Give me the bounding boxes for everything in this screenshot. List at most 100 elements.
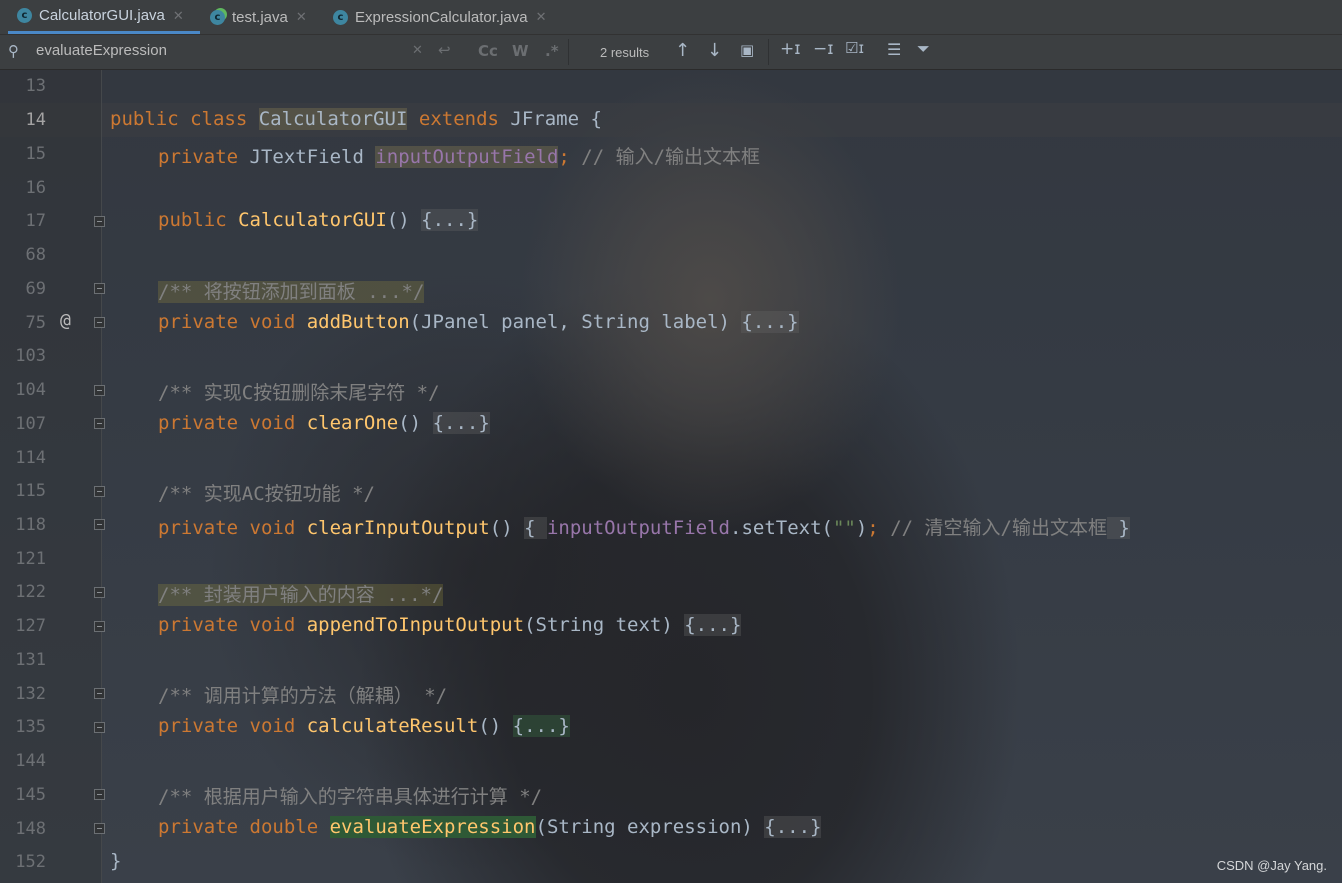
code-text: () — [398, 412, 433, 434]
tab-expressioncalculator[interactable]: c ExpressionCalculator.java ✕ — [333, 0, 547, 34]
line-number: 107 — [15, 414, 46, 434]
semicolon: ; — [558, 146, 570, 168]
line-number: 103 — [15, 346, 46, 366]
folded-open[interactable]: { — [524, 517, 547, 539]
line-number: 144 — [15, 751, 46, 771]
keyword: private void — [158, 614, 307, 636]
tab-label: test.java — [232, 8, 288, 26]
filter-results-icon[interactable]: ☰ — [887, 40, 901, 59]
fold-toggle-icon[interactable] — [94, 621, 105, 632]
code-line-135: private void calculateResult() {...} — [158, 715, 570, 737]
folded-close[interactable]: } — [1106, 517, 1130, 539]
code-line-115: /** 实现AC按钮功能 */ — [158, 479, 375, 506]
method-name: addButton — [306, 311, 410, 333]
line-number: 122 — [15, 582, 46, 602]
arrow-down-icon[interactable]: ↓ — [707, 40, 722, 61]
folded-block[interactable]: {...} — [421, 209, 479, 231]
line-number: 13 — [25, 76, 46, 96]
code-text: ) — [855, 517, 868, 539]
divider — [768, 39, 769, 65]
fold-toggle-icon[interactable] — [94, 789, 105, 800]
keyword: private double — [158, 816, 330, 838]
select-all-occurrences-icon[interactable]: ☑ɪ — [845, 39, 864, 57]
search-input[interactable]: evaluateExpression — [36, 42, 167, 59]
line-number: 114 — [15, 448, 46, 468]
folded-block[interactable]: {...} — [764, 816, 822, 838]
line-number: 127 — [15, 616, 46, 636]
folded-block[interactable]: {...} — [741, 311, 799, 333]
keyword: private void — [158, 517, 307, 539]
semicolon: ; — [867, 517, 879, 539]
fold-toggle-icon[interactable] — [94, 216, 105, 227]
close-icon[interactable]: ✕ — [173, 8, 184, 24]
code-text: () — [386, 209, 422, 231]
tab-label: ExpressionCalculator.java — [355, 8, 528, 26]
fold-toggle-icon[interactable] — [94, 722, 105, 733]
code-line-14: public class CalculatorGUI extends JFram… — [110, 108, 602, 130]
fold-toggle-icon[interactable] — [94, 283, 105, 294]
code-line-69: /** 将按钮添加到面板 ...*/ — [158, 277, 425, 304]
search-icon[interactable]: ⚲ — [8, 42, 19, 60]
code-text: () — [478, 715, 513, 737]
results-count: 2 results — [600, 45, 650, 60]
folded-doc-comment[interactable]: /** 封装用户输入的内容 ...*/ — [158, 584, 444, 606]
add-occurrence-icon[interactable]: +ɪ — [780, 39, 801, 59]
code-line-148: private double evaluateExpression(String… — [158, 816, 822, 838]
words-toggle[interactable]: W — [512, 42, 529, 60]
fold-toggle-icon[interactable] — [94, 317, 105, 328]
search-match[interactable]: evaluateExpression — [329, 816, 536, 838]
fold-toggle-icon[interactable] — [94, 519, 105, 530]
code-line-104: /** 实现C按钮删除末尾字符 */ — [158, 378, 440, 405]
editor-tab-bar: c CalculatorGUI.java ✕ c test.java ✕ c E… — [0, 0, 1342, 35]
fold-toggle-icon[interactable] — [94, 418, 105, 429]
code-line-127: private void appendToInputOutput(String … — [158, 614, 742, 636]
field-name: inputOutputField — [375, 146, 559, 168]
string-literal: "" — [832, 517, 856, 539]
override-marker-icon[interactable]: @ — [60, 310, 71, 331]
comment: // 清空输入/输出文本框 — [878, 517, 1107, 539]
code-line-17: public CalculatorGUI() {...} — [158, 209, 479, 231]
doc-comment: /** 根据用户输入的字符串具体进行计算 */ — [158, 786, 543, 808]
doc-comment: /** 实现C按钮删除末尾字符 */ — [158, 382, 440, 404]
method-name: clearOne — [306, 412, 399, 434]
code-text: .setText( — [730, 517, 833, 539]
folded-doc-comment[interactable]: /** 将按钮添加到面板 ...*/ — [158, 281, 425, 303]
java-class-icon: c — [333, 9, 348, 25]
code-line-145: /** 根据用户输入的字符串具体进行计算 */ — [158, 782, 542, 809]
arrow-up-icon[interactable]: ↑ — [675, 40, 690, 61]
code-editor[interactable]: 13 14 15 16 17 68 69 75 103 104 107 114 … — [0, 70, 1342, 883]
close-icon[interactable]: ✕ — [296, 9, 307, 25]
line-number: 16 — [25, 178, 46, 198]
clear-icon[interactable]: ✕ — [412, 43, 423, 58]
folded-block-match[interactable]: {...} — [512, 715, 570, 737]
type-name: JTextField — [249, 146, 376, 168]
funnel-icon[interactable]: ⏷ — [917, 39, 930, 59]
fold-toggle-icon[interactable] — [94, 587, 105, 598]
remove-occurrence-icon[interactable]: −ɪ — [813, 39, 834, 59]
fold-toggle-icon[interactable] — [94, 486, 105, 497]
regex-toggle[interactable]: .* — [545, 42, 559, 60]
keyword: extends — [407, 108, 511, 130]
tab-test[interactable]: c test.java ✕ — [210, 0, 307, 34]
new-line-icon[interactable]: ↩ — [438, 41, 451, 59]
code-line-122: /** 封装用户输入的内容 ...*/ — [158, 580, 444, 607]
match-case-toggle[interactable]: Cc — [478, 42, 498, 60]
line-number: 68 — [25, 245, 46, 265]
line-number: 145 — [15, 785, 46, 805]
line-number: 148 — [15, 819, 46, 839]
folded-block[interactable]: {...} — [684, 614, 742, 636]
fold-toggle-icon[interactable] — [94, 688, 105, 699]
folded-block[interactable]: {...} — [432, 412, 490, 434]
open-in-window-icon[interactable]: ▣ — [740, 41, 754, 59]
fold-toggle-icon[interactable] — [94, 385, 105, 396]
method-name: appendToInputOutput — [306, 614, 525, 636]
fold-toggle-icon[interactable] — [94, 823, 105, 834]
close-icon[interactable]: ✕ — [536, 9, 547, 25]
doc-comment: /** 实现AC按钮功能 */ — [158, 483, 375, 505]
code-text: () — [489, 517, 525, 539]
line-number: 75 — [25, 313, 46, 333]
keyword: public — [158, 209, 239, 231]
line-number: 104 — [15, 380, 46, 400]
tab-calculatorgui[interactable]: c CalculatorGUI.java ✕ — [8, 0, 200, 34]
line-number: 121 — [15, 549, 46, 569]
